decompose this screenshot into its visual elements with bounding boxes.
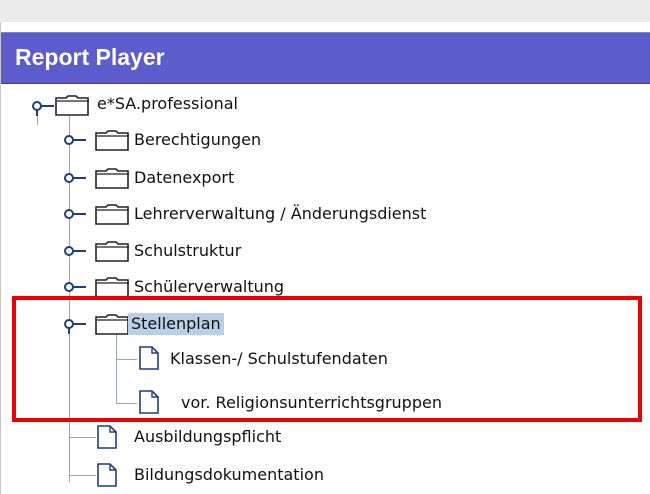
tree-node-schulstruktur[interactable]: Schulstruktur: [131, 240, 244, 262]
expand-handle-icon[interactable]: [60, 134, 86, 152]
tree-node-religionsunterrichtsgruppen[interactable]: vor. Religionsunterrichtsgruppen: [178, 392, 445, 414]
tree-node-schuelerverwaltung[interactable]: Schülerverwaltung: [131, 276, 287, 298]
tree-connector: [70, 475, 96, 476]
tree-node-lehrerverwaltung[interactable]: Lehrerverwaltung / Änderungsdienst: [131, 203, 429, 225]
report-tree: e*SA.professional Berechtigungen Datenex…: [0, 0, 650, 494]
tree-connector: [70, 437, 96, 438]
tree-node-bildungsdokumentation[interactable]: Bildungsdokumentation: [131, 464, 327, 486]
tree-node-ausbildungspflicht[interactable]: Ausbildungspflicht: [131, 426, 284, 448]
tree-connector: [69, 116, 70, 482]
document-icon: [138, 390, 174, 414]
tree-node-berechtigungen[interactable]: Berechtigungen: [131, 129, 264, 151]
document-icon: [96, 463, 132, 487]
tree-node-klassen-schulstufendaten[interactable]: Klassen-/ Schulstufendaten: [167, 348, 391, 370]
folder-icon: [94, 167, 130, 189]
document-icon: [96, 425, 132, 449]
tree-node-datenexport[interactable]: Datenexport: [131, 167, 237, 189]
tree-connector: [116, 334, 117, 404]
tree-connector: [117, 403, 137, 404]
tree-node-root[interactable]: e*SA.professional: [94, 93, 241, 115]
expand-handle-icon[interactable]: [60, 245, 86, 263]
expand-handle-icon[interactable]: [28, 100, 54, 118]
folder-icon: [94, 203, 130, 225]
folder-icon: [94, 276, 130, 298]
folder-icon: [54, 94, 90, 116]
tree-connector: [117, 359, 137, 360]
tree-node-stellenplan[interactable]: Stellenplan: [128, 313, 224, 335]
folder-icon: [94, 240, 130, 262]
expand-handle-icon[interactable]: [60, 172, 86, 190]
expand-handle-icon[interactable]: [60, 208, 86, 226]
folder-icon: [94, 313, 130, 335]
folder-icon: [94, 129, 130, 151]
expand-handle-icon[interactable]: [60, 318, 86, 336]
expand-handle-icon[interactable]: [60, 281, 86, 299]
